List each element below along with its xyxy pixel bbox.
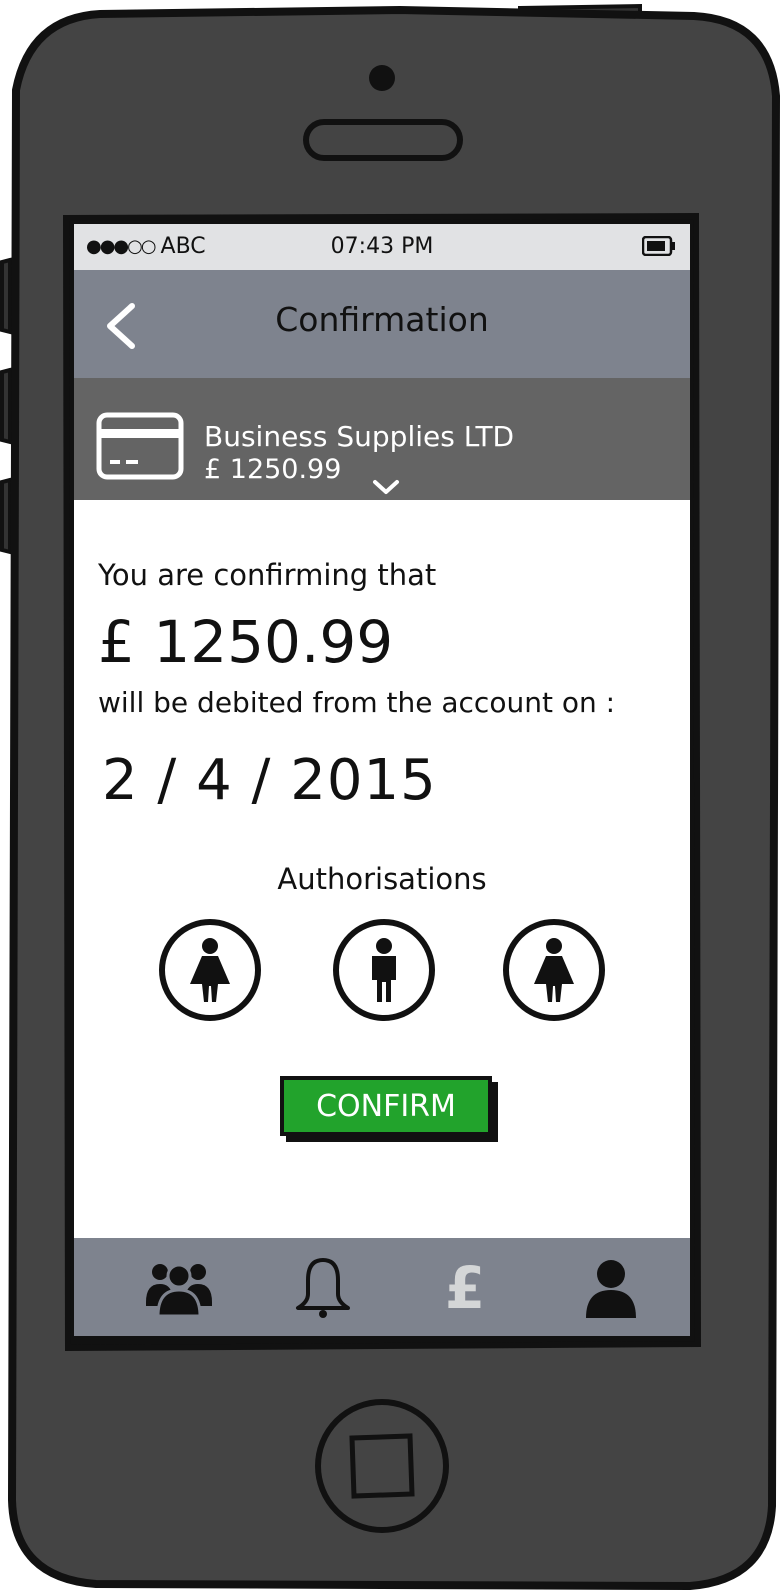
authorisations-label: Authorisations <box>277 862 487 896</box>
chevron-down-icon[interactable] <box>372 478 400 496</box>
page-title: Confirmation <box>275 300 489 339</box>
user-icon[interactable] <box>576 1256 646 1320</box>
home-button[interactable] <box>318 1402 446 1530</box>
status-bar: ●●●○○ ABC 07:43 PM <box>74 224 690 270</box>
confirm-button-container: CONFIRM <box>280 1076 500 1146</box>
pound-icon[interactable]: £ <box>430 1256 500 1320</box>
pound-tab-glyph: £ <box>444 1254 486 1322</box>
phone-screen: ●●●○○ ABC 07:43 PM Confirmation Business… <box>74 224 690 1336</box>
account-selector[interactable]: Business Supplies LTD £ 1250.99 <box>74 378 690 500</box>
confirmation-amount: £ 1250.99 <box>98 608 394 676</box>
bottom-tab-bar: £ <box>74 1238 690 1336</box>
credit-card-icon <box>96 412 184 480</box>
male-person-icon <box>333 919 435 1021</box>
navigation-bar: Confirmation <box>74 270 690 378</box>
female-person-icon <box>503 919 605 1021</box>
confirm-button[interactable]: CONFIRM <box>280 1076 492 1136</box>
female-person-icon <box>159 919 261 1021</box>
people-icon[interactable] <box>144 1256 214 1320</box>
confirmation-content: You are confirming that £ 1250.99 will b… <box>74 500 690 1240</box>
debit-description: will be debited from the account on : <box>98 686 616 719</box>
account-name: Business Supplies LTD <box>204 420 515 453</box>
status-time: 07:43 PM <box>330 234 434 259</box>
confirmation-lead-text: You are confirming that <box>98 558 437 592</box>
battery-icon <box>642 236 675 256</box>
bell-icon[interactable] <box>288 1256 358 1320</box>
account-amount: £ 1250.99 <box>204 454 342 485</box>
debit-date: 2 / 4 / 2015 <box>102 748 437 813</box>
